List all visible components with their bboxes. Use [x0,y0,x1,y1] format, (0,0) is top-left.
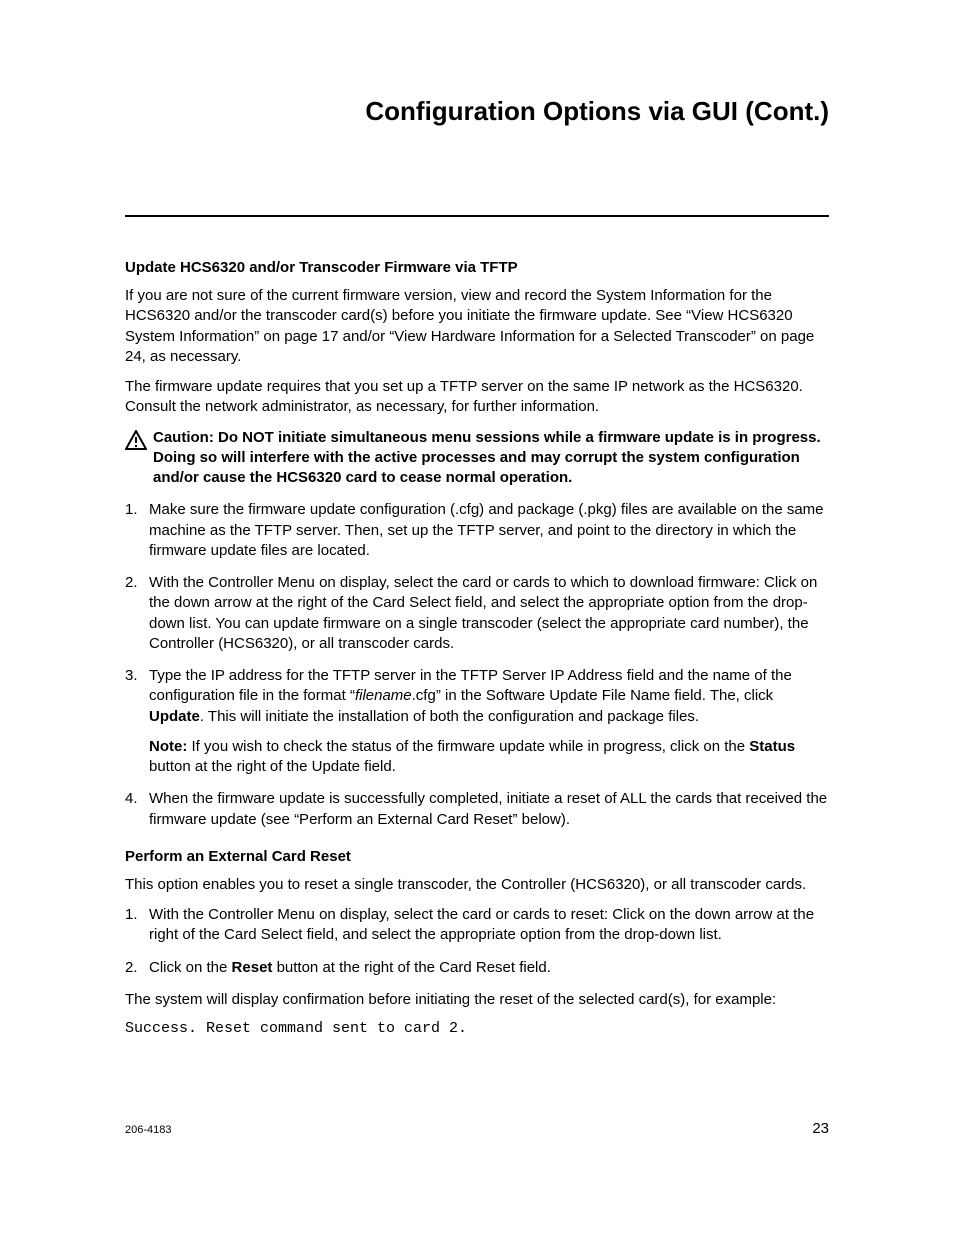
title-divider [125,215,829,217]
list-number: 4. [125,789,138,809]
list-text: With the Controller Menu on display, sel… [149,574,817,652]
footer-page-number: 23 [812,1120,829,1137]
section-heading-update-firmware: Update HCS6320 and/or Transcoder Firmwar… [125,259,829,276]
caution-block: Caution: Do NOT initiate simultaneous me… [125,428,829,489]
ordered-list-reset: 1. With the Controller Menu on display, … [125,905,829,978]
list-text: Make sure the firmware update configurat… [149,501,824,559]
note: Note: If you wish to check the status of… [149,737,829,778]
list-number: 2. [125,958,138,978]
list-text: Click on the Reset button at the right o… [149,959,551,976]
paragraph: The firmware update requires that you se… [125,377,829,418]
document-page: Configuration Options via GUI (Cont.) Up… [0,0,954,1235]
page-title: Configuration Options via GUI (Cont.) [125,96,829,127]
list-item: 2. With the Controller Menu on display, … [125,573,829,654]
paragraph: If you are not sure of the current firmw… [125,286,829,367]
list-number: 1. [125,500,138,520]
list-item: 1. With the Controller Menu on display, … [125,905,829,946]
list-number: 3. [125,666,138,686]
paragraph: The system will display confirmation bef… [125,990,829,1010]
list-number: 2. [125,573,138,593]
list-item: 3. Type the IP address for the TFTP serv… [125,666,829,777]
ordered-list-firmware: 1. Make sure the firmware update configu… [125,500,829,830]
list-text: With the Controller Menu on display, sel… [149,906,814,943]
list-item: 4. When the firmware update is successfu… [125,789,829,830]
list-number: 1. [125,905,138,925]
caution-text: Caution: Do NOT initiate simultaneous me… [153,428,829,489]
footer-doc-number: 206-4183 [125,1124,172,1136]
page-footer: 206-4183 23 [125,1120,829,1137]
list-item: 1. Make sure the firmware update configu… [125,500,829,561]
code-output: Success. Reset command sent to card 2. [125,1020,829,1037]
list-text: Type the IP address for the TFTP server … [149,667,792,725]
section-heading-card-reset: Perform an External Card Reset [125,848,829,865]
warning-icon [125,430,149,455]
paragraph: This option enables you to reset a singl… [125,875,829,895]
list-text: When the firmware update is successfully… [149,790,827,827]
list-item: 2. Click on the Reset button at the righ… [125,958,829,978]
